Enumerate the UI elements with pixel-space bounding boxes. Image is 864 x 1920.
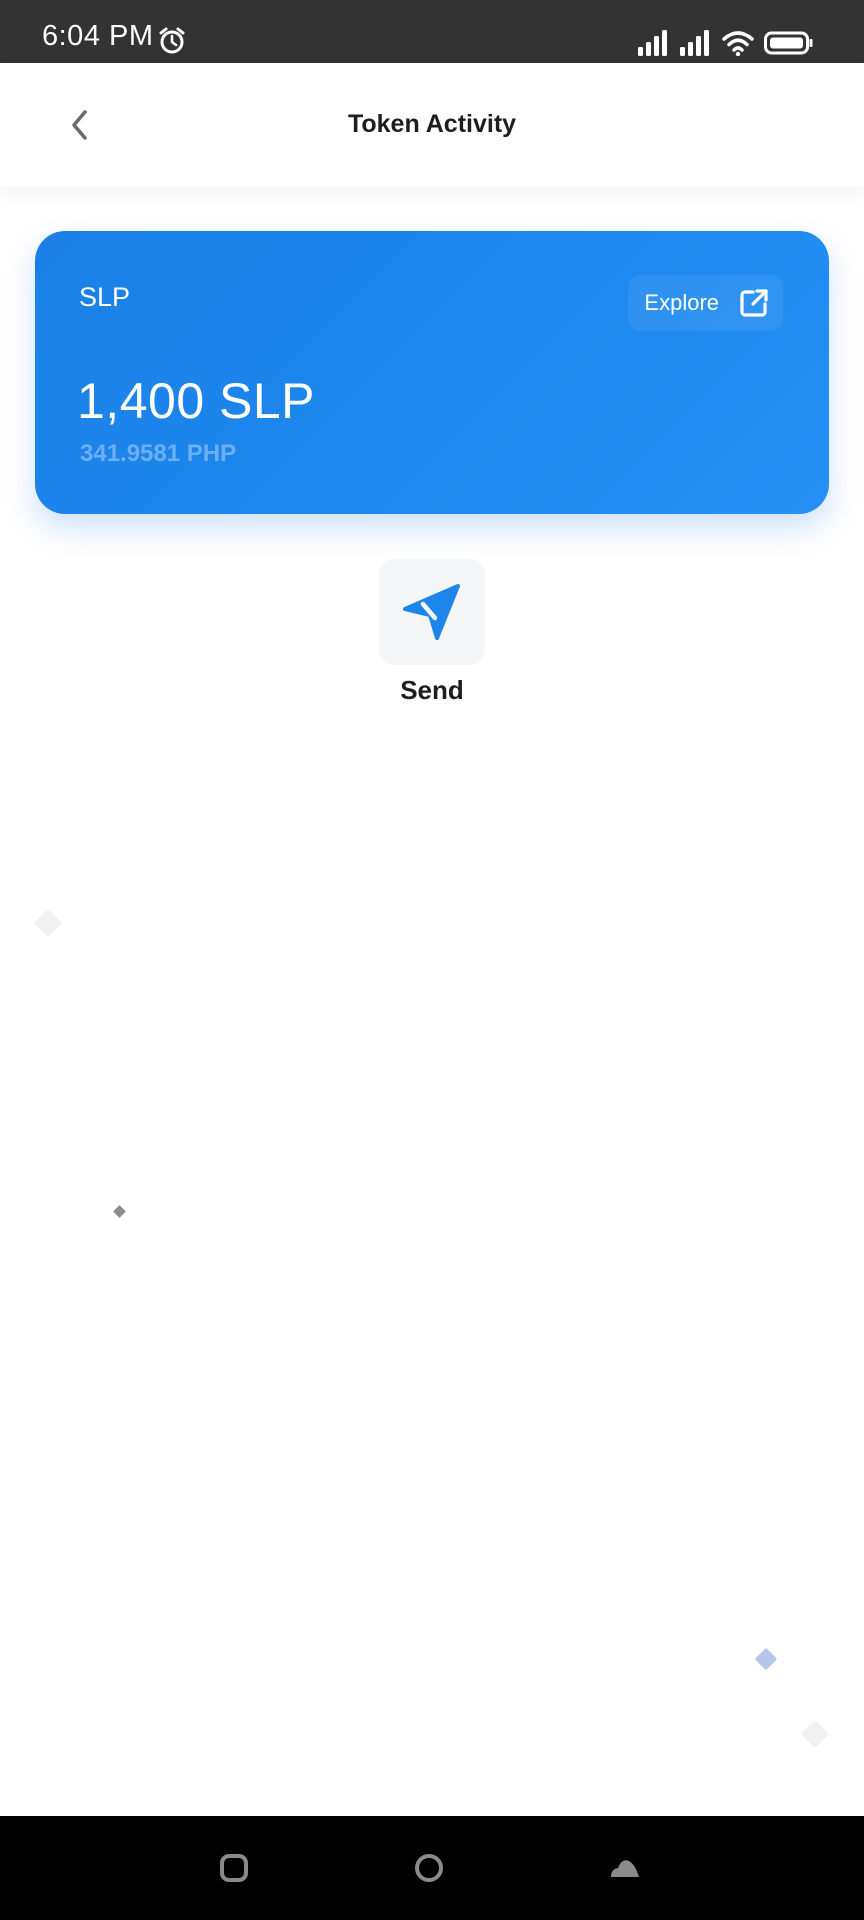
decorative-diamond xyxy=(33,908,63,938)
alarm-icon xyxy=(159,27,185,54)
token-balance: 1,400 SLP xyxy=(77,373,316,429)
status-bar: 6:04 PM xyxy=(0,0,864,63)
decorative-diamond xyxy=(113,1205,126,1218)
status-time: 6:04 PM xyxy=(42,20,154,52)
decorative-diamond xyxy=(754,1647,778,1671)
explore-button[interactable]: Explore xyxy=(628,275,783,331)
recents-button[interactable] xyxy=(214,1848,254,1888)
paper-plane-icon xyxy=(403,584,460,640)
wifi-icon xyxy=(722,31,754,56)
token-balance-card: SLP Explore 1,400 SLP 341.9581 PHP xyxy=(35,231,829,514)
decorative-diamond xyxy=(800,1719,830,1749)
send-label: Send xyxy=(400,675,464,705)
back-icon xyxy=(611,1860,639,1877)
app-bar: Token Activity xyxy=(0,63,864,187)
battery-icon xyxy=(764,31,813,55)
send-button[interactable] xyxy=(379,559,485,665)
token-activity-screen: 6:04 PM Token Activity SLP Explore 1,400… xyxy=(0,0,864,1920)
system-nav-bar xyxy=(0,1816,864,1920)
signal-icon xyxy=(680,30,709,56)
home-button[interactable] xyxy=(409,1848,449,1888)
back-nav-button[interactable] xyxy=(605,1848,645,1888)
explore-label: Explore xyxy=(644,290,719,315)
recents-icon xyxy=(220,1854,248,1882)
external-link-icon xyxy=(740,289,768,317)
home-icon xyxy=(415,1854,443,1882)
signal-icon xyxy=(638,30,667,56)
page-title: Token Activity xyxy=(347,110,517,138)
status-icons xyxy=(638,24,814,56)
token-fiat-value: 341.9581 PHP xyxy=(80,440,237,467)
token-symbol: SLP xyxy=(79,282,131,312)
